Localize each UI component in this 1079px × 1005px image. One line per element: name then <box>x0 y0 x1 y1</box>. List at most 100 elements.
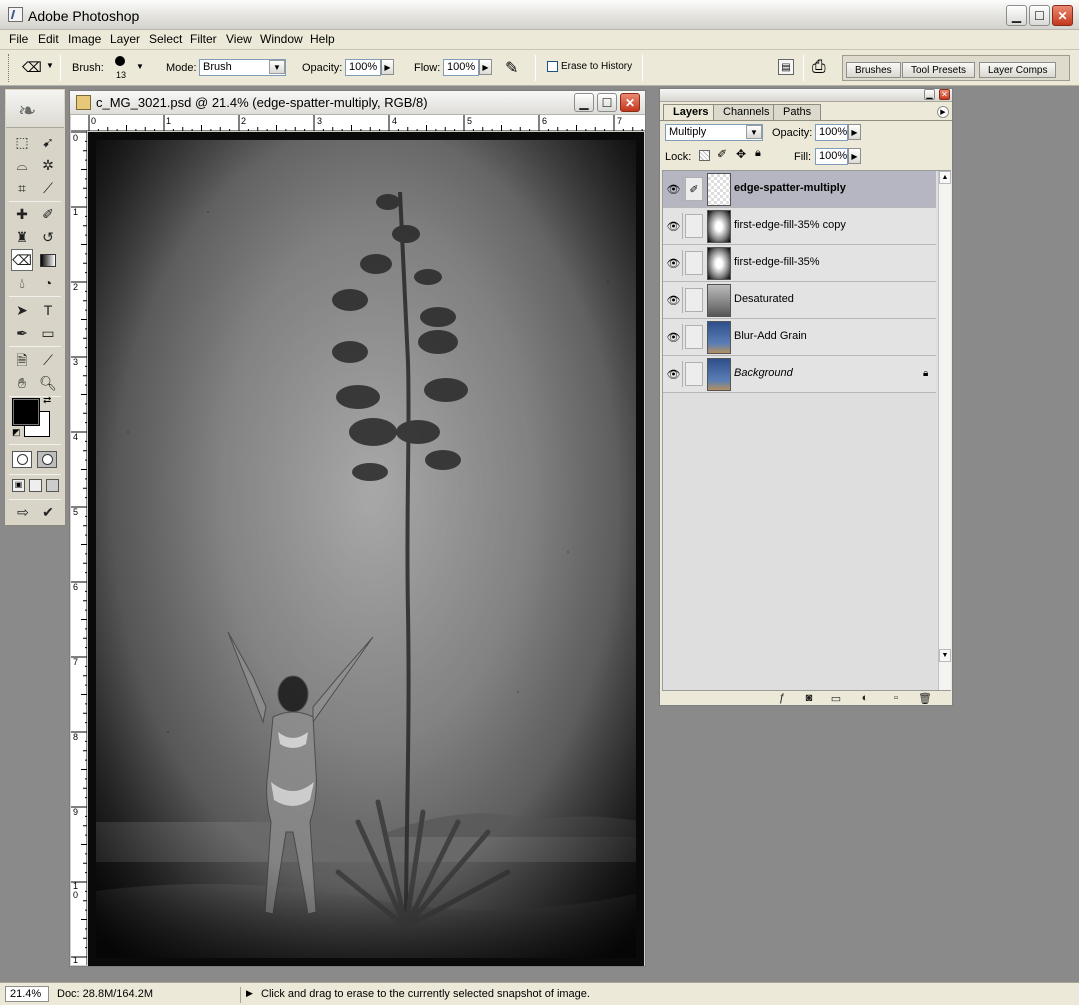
visibility-eye-icon[interactable]: 👁︎ <box>665 361 683 387</box>
status-menu-arrow-icon[interactable]: ▶ <box>246 988 253 999</box>
opacity-input[interactable]: 100% <box>345 59 381 76</box>
maximize-button[interactable]: ☐ <box>1029 5 1050 26</box>
new-group-icon[interactable]: ▭ <box>829 691 843 705</box>
layer-row[interactable]: 👁︎ ✐ edge-spatter-multiply <box>663 171 936 208</box>
image-canvas[interactable] <box>88 132 644 966</box>
layer-link-cell[interactable] <box>685 288 703 312</box>
marquee-tool-icon[interactable]: ⬚ <box>11 131 33 153</box>
doc-close-button[interactable]: ✕ <box>620 93 640 112</box>
layer-row[interactable]: 👁︎ Background 🔒︎ <box>663 356 936 393</box>
visibility-eye-icon[interactable]: 👁︎ <box>665 324 683 350</box>
menu-image[interactable]: Image <box>67 32 102 46</box>
document-titlebar[interactable]: c_MG_3021.psd @ 21.4% (edge-spatter-mult… <box>70 91 645 115</box>
scroll-down-icon[interactable]: ▼ <box>939 649 951 662</box>
visibility-eye-icon[interactable]: 👁︎ <box>665 213 683 239</box>
fill-input[interactable]: 100% <box>815 148 848 165</box>
menu-window[interactable]: Window <box>259 32 304 46</box>
layer-row[interactable]: 👁︎ first-edge-fill-35% copy <box>663 208 936 245</box>
fill-slider-button[interactable]: ▶ <box>848 148 861 164</box>
print-icon[interactable]: ⎙ <box>812 57 826 77</box>
visibility-eye-icon[interactable]: 👁︎ <box>665 176 683 202</box>
ruler-vertical[interactable]: 0 1 2 3 4 5 6 7 8 9 1 0 1 <box>71 131 87 965</box>
tab-paths[interactable]: Paths <box>773 104 822 120</box>
quick-mask-mode-icon[interactable] <box>37 451 57 468</box>
brush-picker-arrow-icon[interactable]: ▼ <box>136 62 144 71</box>
palette-menu-icon[interactable]: ▶ <box>937 106 949 118</box>
eyedropper-tool-icon[interactable]: ⟋ <box>37 349 59 371</box>
layer-link-cell[interactable] <box>685 362 703 386</box>
doc-maximize-button[interactable]: ☐ <box>597 93 617 112</box>
eraser-preset-icon[interactable]: ⌫ <box>22 59 42 76</box>
layer-name[interactable]: edge-spatter-multiply <box>734 182 846 194</box>
menu-file[interactable]: File <box>8 32 29 46</box>
layers-scrollbar[interactable]: ▲ ▼ <box>938 171 951 690</box>
new-layer-icon[interactable]: ▫ <box>889 691 903 705</box>
layer-link-cell[interactable] <box>685 325 703 349</box>
palette-close-button[interactable]: ✕ <box>939 89 950 100</box>
visibility-eye-icon[interactable]: 👁︎ <box>665 250 683 276</box>
clone-stamp-tool-icon[interactable]: ♜ <box>11 226 33 248</box>
zoom-level-field[interactable]: 21.4% <box>5 986 49 1002</box>
layer-row[interactable]: 👁︎ Blur-Add Grain <box>663 319 936 356</box>
layer-link-cell[interactable] <box>685 251 703 275</box>
erase-to-history-checkbox[interactable] <box>547 61 558 72</box>
layer-name[interactable]: Blur-Add Grain <box>734 330 807 342</box>
lasso-tool-icon[interactable]: ⌓ <box>11 154 33 176</box>
menu-help[interactable]: Help <box>309 32 336 46</box>
eraser-tool-icon[interactable]: ⌫ <box>11 249 33 271</box>
brush-tip-icon[interactable] <box>115 56 125 66</box>
mode-dropdown-icon[interactable]: ▼ <box>269 60 285 74</box>
layer-opacity-slider-button[interactable]: ▶ <box>848 124 861 140</box>
layer-name[interactable]: first-edge-fill-35% <box>734 256 820 268</box>
screen-mode-full-icon[interactable] <box>46 479 59 492</box>
visibility-eye-icon[interactable]: 👁︎ <box>665 287 683 313</box>
shape-tool-icon[interactable]: ▭ <box>37 322 59 344</box>
edit-in-imageready-icon[interactable]: ✔ <box>37 501 59 523</box>
dodge-tool-icon[interactable]: ◔ <box>37 272 59 294</box>
layer-name[interactable]: Background <box>734 367 793 379</box>
foreground-color-swatch[interactable] <box>12 398 40 426</box>
zoom-tool-icon[interactable]: 🔍︎ <box>37 372 59 394</box>
close-button[interactable]: ✕ <box>1052 5 1073 26</box>
scroll-up-icon[interactable]: ▲ <box>939 171 951 184</box>
airbrush-icon[interactable]: ✎ <box>505 58 518 78</box>
ruler-horizontal[interactable]: 0 1 2 3 4 5 6 7 <box>71 115 645 131</box>
delete-layer-icon[interactable]: 🗑︎ <box>918 691 932 705</box>
layer-row[interactable]: 👁︎ Desaturated <box>663 282 936 319</box>
layer-row[interactable]: 👁︎ first-edge-fill-35% <box>663 245 936 282</box>
layers-palette-titlebar[interactable]: ▁ ✕ <box>660 89 952 102</box>
standard-mode-icon[interactable] <box>12 451 32 468</box>
gradient-tool-icon[interactable] <box>37 249 59 271</box>
well-tab-layer-comps[interactable]: Layer Comps <box>979 62 1057 78</box>
layer-link-cell[interactable] <box>685 214 703 238</box>
slice-tool-icon[interactable]: ⟋ <box>37 177 59 199</box>
layer-name[interactable]: Desaturated <box>734 293 794 305</box>
flow-slider-button[interactable]: ▶ <box>479 59 492 75</box>
adjustment-layer-icon[interactable]: ◐ <box>858 691 872 705</box>
doc-minimize-button[interactable]: ▁ <box>574 93 594 112</box>
menu-edit[interactable]: Edit <box>37 32 60 46</box>
default-colors-icon[interactable]: ◩ <box>12 427 21 438</box>
history-brush-tool-icon[interactable]: ↺ <box>37 226 59 248</box>
blur-tool-icon[interactable]: 💧︎ <box>11 272 33 294</box>
preset-dropdown-icon[interactable]: ▼ <box>46 61 54 70</box>
pen-tool-icon[interactable]: ✒ <box>11 322 33 344</box>
hand-tool-icon[interactable]: ✋︎ <box>11 372 33 394</box>
layer-opacity-input[interactable]: 100% <box>815 124 848 141</box>
minimize-button[interactable]: ▁ <box>1006 5 1027 26</box>
layer-style-icon[interactable]: ƒ <box>775 691 789 705</box>
magic-wand-tool-icon[interactable]: ✲ <box>37 154 59 176</box>
opacity-slider-button[interactable]: ▶ <box>381 59 394 75</box>
tab-layers[interactable]: Layers <box>663 104 719 121</box>
flow-input[interactable]: 100% <box>443 59 479 76</box>
move-tool-icon[interactable]: ➹ <box>37 131 59 153</box>
screen-mode-standard-icon[interactable]: ▣ <box>12 479 25 492</box>
lock-all-icon[interactable]: 🔒︎ <box>755 147 761 160</box>
screen-mode-menubar-icon[interactable] <box>29 479 42 492</box>
swap-colors-icon[interactable]: ⇄ <box>43 395 51 406</box>
menu-view[interactable]: View <box>225 32 253 46</box>
menu-layer[interactable]: Layer <box>109 32 141 46</box>
menu-filter[interactable]: Filter <box>189 32 218 46</box>
lock-pixels-icon[interactable]: ✐ <box>717 147 727 161</box>
crop-tool-icon[interactable]: ⌗ <box>11 177 33 199</box>
